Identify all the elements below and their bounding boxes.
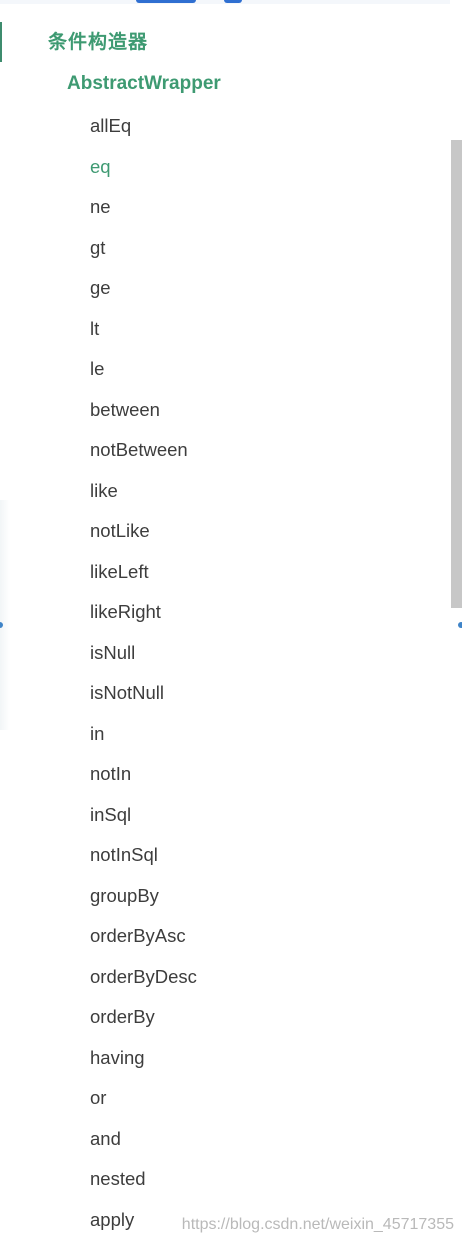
nav-item-having[interactable]: having [90,1047,197,1088]
watermark: https://blog.csdn.net/weixin_45717355 [181,1216,454,1233]
nav-item-ge[interactable]: ge [90,277,197,318]
nav-item-likeright[interactable]: likeRight [90,601,197,642]
method-nav-list: allEq eq ne gt ge lt le between notBetween like no… [90,115,197,1247]
nav-item-ne[interactable]: ne [90,196,197,237]
nav-item-orderbydesc[interactable]: orderByDesc [90,966,197,1007]
nav-item-like[interactable]: like [90,480,197,521]
nav-item-gt[interactable]: gt [90,237,197,278]
nav-item-notinsql[interactable]: notInSql [90,844,197,885]
nav-item-notin[interactable]: notIn [90,763,197,804]
nav-item-lt[interactable]: lt [90,318,197,359]
nav-item-insql[interactable]: inSql [90,804,197,845]
section-heading[interactable]: 条件构造器 [48,27,148,54]
nav-item-groupby[interactable]: groupBy [90,885,197,926]
nav-item-in[interactable]: in [90,723,197,764]
nav-item-notbetween[interactable]: notBetween [90,439,197,480]
top-tab-indicator [136,0,196,3]
top-tab-indicator [224,0,242,3]
nav-item-between[interactable]: between [90,399,197,440]
nav-item-and[interactable]: and [90,1128,197,1169]
nav-item-or[interactable]: or [90,1087,197,1128]
nav-item-alleq[interactable]: allEq [90,115,197,156]
docs-sidebar-page: 条件构造器 AbstractWrapper allEq eq ne gt ge lt le b… [0,0,462,1247]
nav-item-eq[interactable]: eq [90,156,197,197]
left-shadow [0,500,10,730]
subsection-heading[interactable]: AbstractWrapper [67,73,221,95]
active-section-marker [0,22,2,62]
edge-dot-icon [458,622,462,628]
nav-item-orderby[interactable]: orderBy [90,1006,197,1047]
nav-item-orderbyasc[interactable]: orderByAsc [90,925,197,966]
nav-item-le[interactable]: le [90,358,197,399]
scrollbar-thumb[interactable] [451,140,462,608]
nav-item-notlike[interactable]: notLike [90,520,197,561]
nav-item-nested[interactable]: nested [90,1168,197,1209]
nav-item-isnotnull[interactable]: isNotNull [90,682,197,723]
nav-item-isnull[interactable]: isNull [90,642,197,683]
nav-item-likeleft[interactable]: likeLeft [90,561,197,602]
